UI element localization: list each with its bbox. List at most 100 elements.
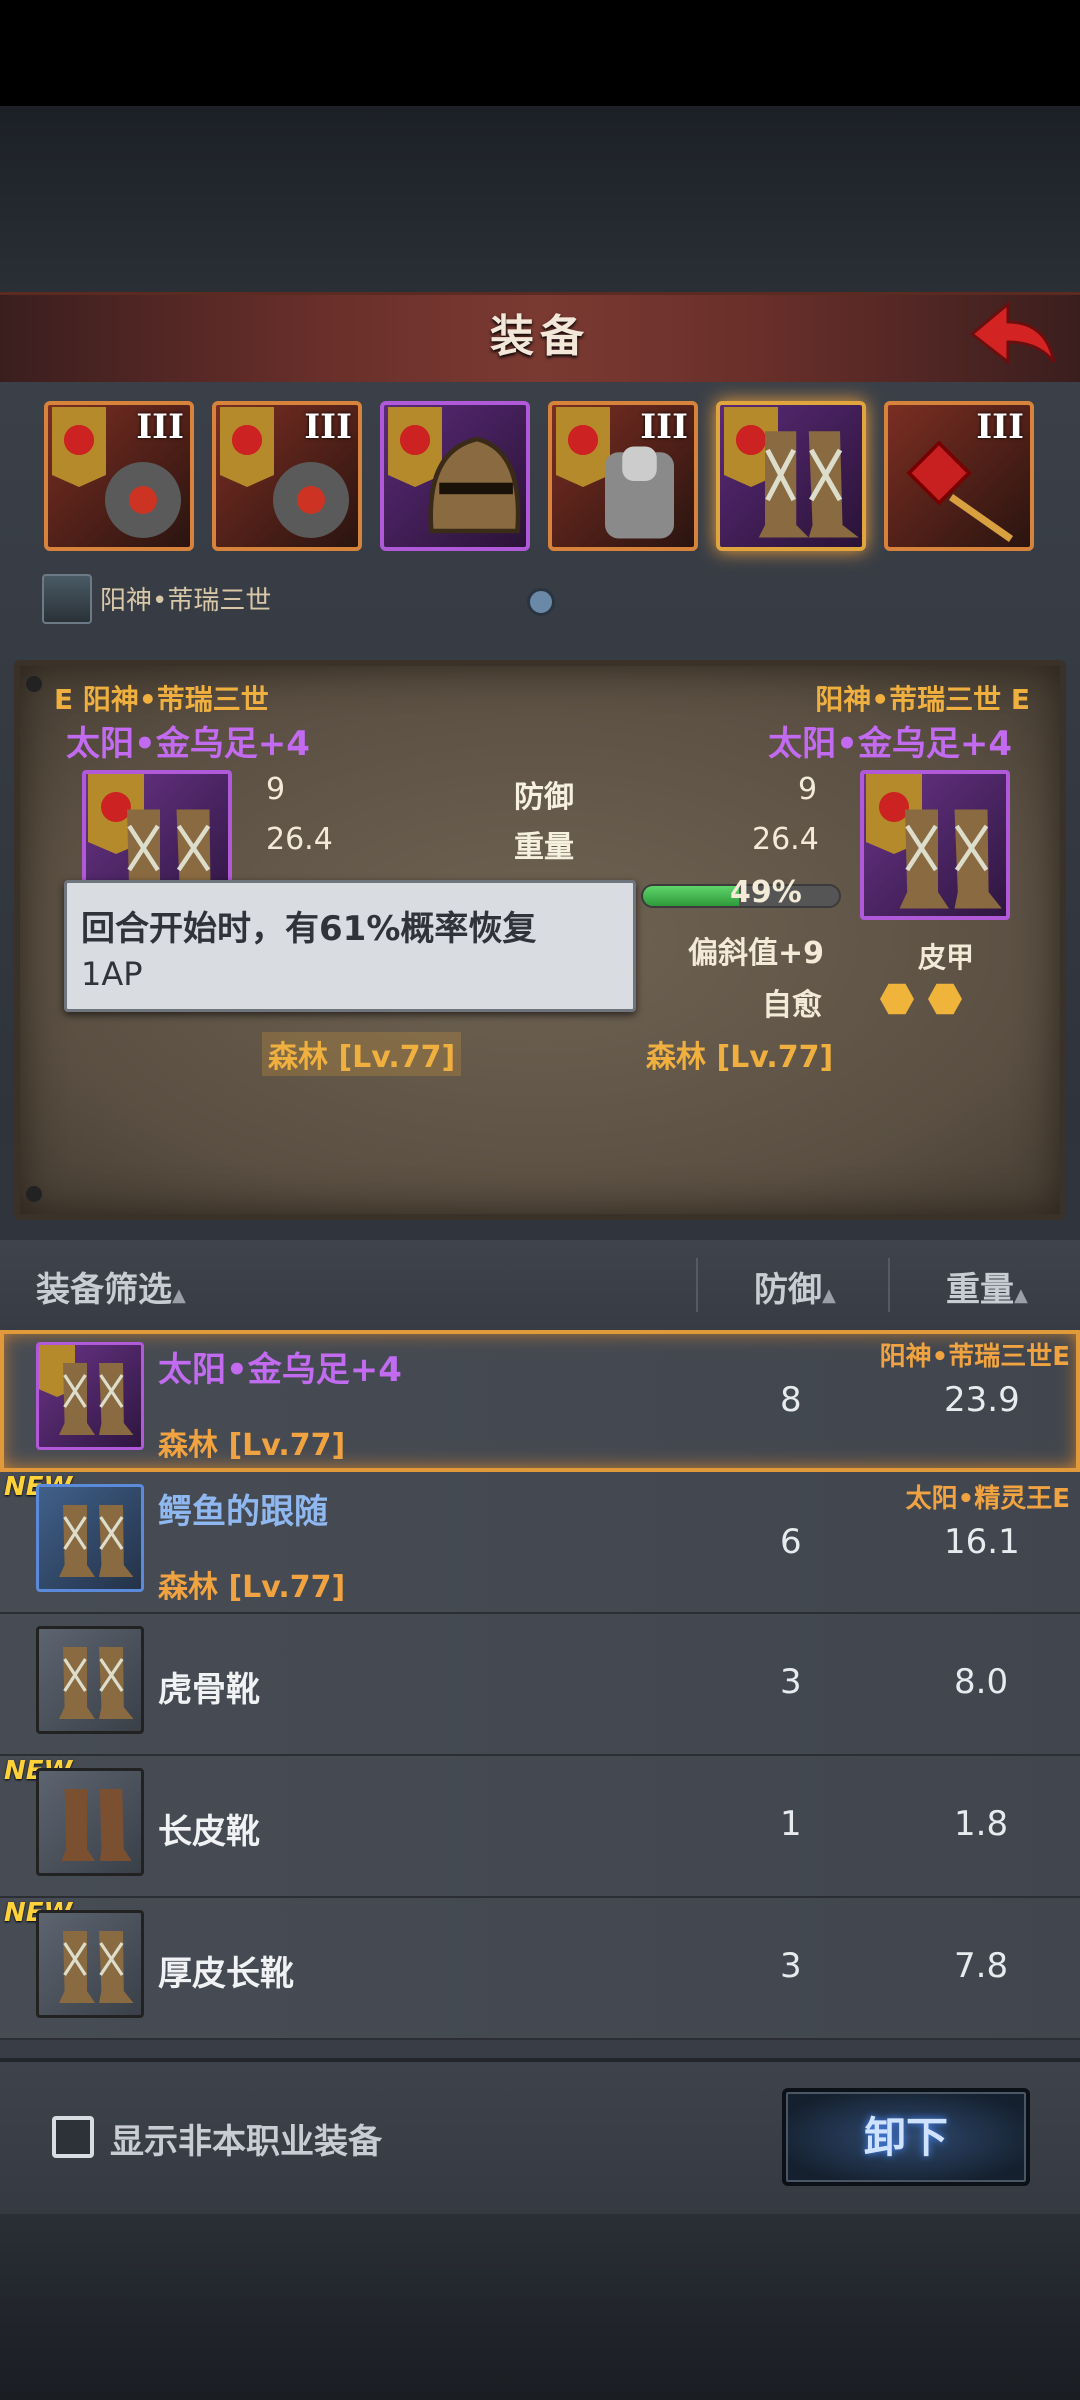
left-item-plus: +4 [257, 724, 310, 764]
tier-label: III [304, 407, 352, 447]
pin-icon [26, 676, 42, 692]
right-skill: 自愈 [762, 988, 822, 1023]
left-item-title: 太阳•金乌足+4 [66, 716, 310, 765]
page-title: 装备 [490, 311, 590, 362]
bottom-background [0, 2214, 1080, 2400]
armor-icon [273, 462, 349, 538]
equip-slot-2[interactable]: III [212, 401, 362, 551]
top-background [0, 106, 1080, 294]
right-owner: 阳神•芾瑞三世 E [815, 683, 1030, 716]
tier-label: III [136, 407, 184, 447]
left-item-name: 太阳•金乌足 [66, 724, 258, 764]
item-weight: 7.8 [954, 1946, 1009, 1986]
item-name: 长皮靴 [158, 1812, 260, 1852]
divider [888, 1258, 890, 1312]
filter-sort-button[interactable]: 装备筛选▲ [36, 1262, 186, 1311]
right-location: 森林 [Lv.77] [646, 1040, 834, 1075]
item-name-text: 太阳•金乌足 [158, 1350, 350, 1390]
list-item[interactable]: 太阳•金乌足+4 森林 [Lv.77] 阳神•芾瑞三世E 8 23.9 [0, 1330, 1080, 1472]
weight-label: 重量 [514, 830, 574, 865]
item-icon [36, 1910, 144, 2018]
defense-label: 防御 [514, 780, 574, 815]
weight-header: 重量 [946, 1270, 1014, 1310]
skill-hex-icon [880, 983, 914, 1015]
item-defense: 3 [780, 1662, 802, 1702]
right-item-title: 太阳•金乌足+4 [768, 716, 1012, 765]
equip-slot-4[interactable]: III [548, 401, 698, 551]
item-icon [36, 1484, 144, 1592]
armor-icon [105, 462, 181, 538]
item-owner: 太阳•精灵王E [905, 1484, 1070, 1514]
left-defense: 9 [266, 772, 286, 807]
item-defense: 3 [780, 1946, 802, 1986]
right-item-name: 太阳•金乌足 [768, 724, 960, 764]
left-owner: E 阳神•芾瑞三世 [54, 683, 269, 716]
equip-slot-6[interactable]: III [884, 401, 1034, 551]
item-icon [36, 1342, 144, 1450]
boots-icon [758, 431, 859, 538]
list-item[interactable]: NEW 长皮靴 1 1.8 [0, 1756, 1080, 1898]
defense-header: 防御 [754, 1270, 822, 1310]
left-weight: 26.4 [266, 822, 333, 857]
show-other-class-checkbox[interactable] [52, 2116, 94, 2158]
back-button[interactable] [968, 298, 1058, 374]
item-icon [36, 1768, 144, 1876]
progress-text: 49% [730, 875, 802, 910]
charm-icon [906, 440, 1014, 542]
chest-armor-icon [605, 446, 674, 539]
item-icon [36, 1626, 144, 1734]
equip-slot-1[interactable]: III [44, 401, 194, 551]
page-indicator-dot [527, 588, 555, 616]
unequip-button[interactable]: 卸下 [782, 2088, 1030, 2186]
item-defense: 6 [780, 1522, 802, 1562]
list-item[interactable]: NEW 鳄鱼的跟随 森林 [Lv.77] 太阳•精灵王E 6 16.1 [0, 1472, 1080, 1614]
weight-sort-button[interactable]: 重量▲ [946, 1262, 1028, 1311]
header-bar: 装备 [0, 292, 1080, 386]
character-name: 阳神•芾瑞三世 [100, 586, 272, 616]
sort-arrow-icon: ▲ [822, 1285, 836, 1306]
boots-icon [61, 1789, 132, 1861]
tooltip-text: 1AP [81, 955, 143, 993]
filter-label: 装备筛选 [36, 1270, 172, 1310]
item-weight: 8.0 [954, 1662, 1009, 1702]
item-location: 森林 [Lv.77] [158, 1570, 346, 1605]
right-defense: 9 [798, 772, 818, 807]
status-bar [0, 0, 1080, 106]
right-bonus: 偏斜值+9 [688, 936, 825, 971]
list-item[interactable]: 虎骨靴 3 8.0 [0, 1614, 1080, 1756]
sort-arrow-icon: ▲ [172, 1285, 186, 1306]
item-defense: 8 [780, 1380, 802, 1420]
checkbox-label: 显示非本职业装备 [110, 2122, 382, 2162]
skill-hex-icon [928, 983, 962, 1015]
boots-icon [59, 1363, 134, 1435]
back-arrow-icon [969, 300, 1056, 366]
left-location: 森林 [Lv.77] [262, 1032, 462, 1076]
boots-icon [59, 1647, 134, 1719]
pin-icon [26, 1186, 42, 1202]
item-weight: 1.8 [954, 1804, 1009, 1844]
avatar [42, 574, 92, 624]
boots-icon [59, 1505, 134, 1577]
equip-slot-5[interactable] [716, 401, 866, 551]
helmet-icon [428, 436, 521, 534]
unequip-label: 卸下 [863, 2113, 948, 2162]
equip-slot-3[interactable] [380, 401, 530, 551]
divider [696, 1258, 698, 1312]
right-material: 皮甲 [918, 941, 975, 974]
item-name: 虎骨靴 [158, 1670, 260, 1710]
boots-icon [899, 809, 1002, 909]
boots-icon [59, 1931, 134, 2003]
skill-tooltip: 回合开始时，有61%概率恢复 1AP [64, 880, 636, 1012]
right-weight: 26.4 [752, 822, 819, 857]
item-weight: 23.9 [944, 1380, 1020, 1420]
defense-sort-button[interactable]: 防御▲ [754, 1262, 836, 1311]
item-location: 森林 [Lv.77] [158, 1428, 346, 1463]
item-name: 鳄鱼的跟随 [158, 1492, 328, 1532]
list-item[interactable]: NEW 厚皮长靴 3 7.8 [0, 1898, 1080, 2040]
item-name: 厚皮长靴 [158, 1954, 294, 1994]
tooltip-text: 回合开始时，有61%概率恢复 [81, 909, 537, 949]
item-weight: 16.1 [944, 1522, 1020, 1562]
item-owner: 阳神•芾瑞三世E [879, 1342, 1070, 1372]
right-item-plus: +4 [959, 724, 1012, 764]
progress-fill [643, 886, 740, 906]
